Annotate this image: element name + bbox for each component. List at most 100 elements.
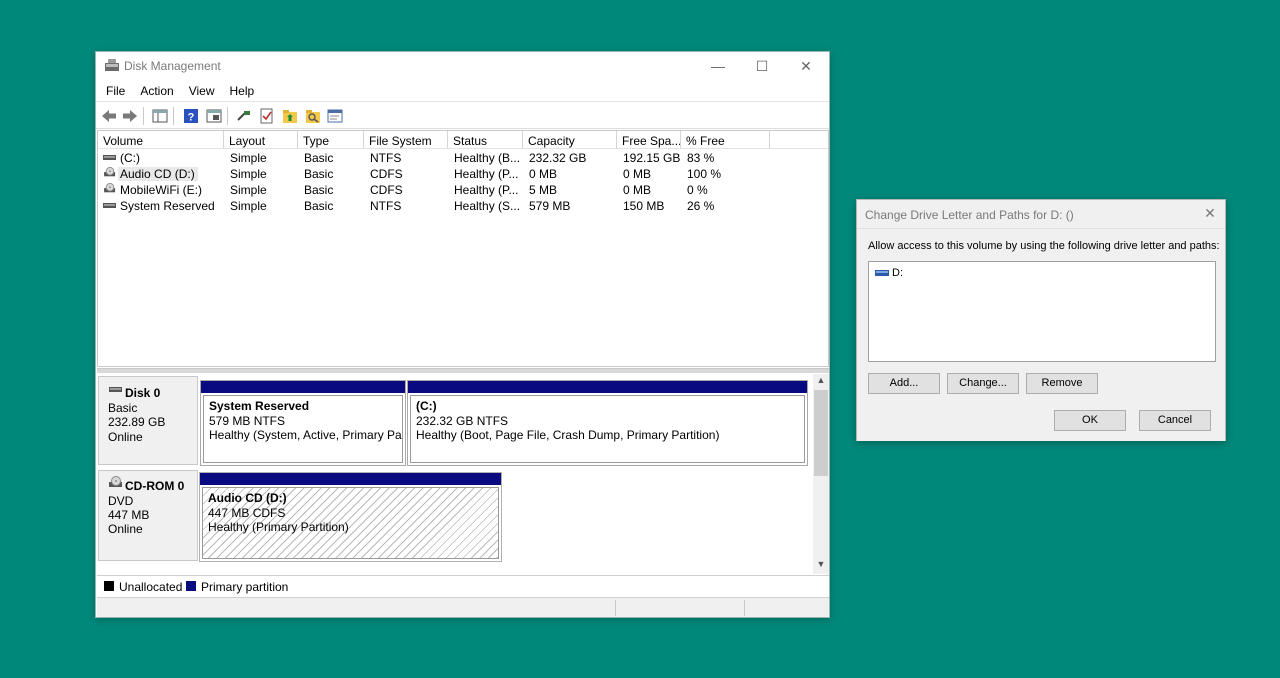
partition-size: 232.32 GB NTFS	[416, 413, 509, 428]
volume-row-c[interactable]: (C:) Simple Basic NTFS Healthy (B... 232…	[98, 150, 828, 166]
volume-capacity: 5 MB	[529, 183, 558, 197]
volume-percent-free: 100 %	[687, 167, 722, 181]
volume-name: (C:)	[120, 151, 140, 165]
volume-layout: Simple	[230, 183, 267, 197]
column-header-file-system[interactable]: File System	[364, 131, 448, 149]
drive-icon	[103, 155, 116, 160]
menu-action[interactable]: Action	[140, 80, 173, 100]
close-icon: ✕	[800, 57, 812, 74]
dialog-title: Change Drive Letter and Paths for D: ()	[865, 208, 1074, 222]
drive-icon	[109, 387, 122, 392]
svg-text:?: ?	[188, 112, 195, 124]
primary-partition-bar	[201, 381, 405, 393]
view-panel-icon[interactable]	[206, 108, 222, 124]
drive-icon	[875, 269, 889, 276]
menu-file[interactable]: File	[106, 80, 125, 100]
partition-c[interactable]: (C:) 232.32 GB NTFS Healthy (Boot, Page …	[407, 380, 808, 466]
volume-name: System Reserved	[120, 199, 215, 213]
volume-row-system-reserved[interactable]: System Reserved Simple Basic NTFS Health…	[98, 198, 828, 214]
status-separator	[744, 600, 745, 616]
column-header-capacity[interactable]: Capacity	[523, 131, 617, 149]
dialog-close-button[interactable]: ✕	[1195, 200, 1225, 228]
forward-arrow-icon[interactable]	[122, 108, 138, 124]
disk-type: DVD	[108, 494, 134, 508]
maximize-button[interactable]: ☐	[740, 52, 784, 80]
title-bar[interactable]: Disk Management — ☐ ✕	[96, 52, 829, 80]
drive-paths-listbox[interactable]: D:	[868, 261, 1216, 362]
partition-body: (C:) 232.32 GB NTFS Healthy (Boot, Page …	[410, 395, 805, 463]
legend-primary-partition: Primary partition	[201, 580, 289, 594]
partition-status: Healthy (Boot, Page File, Crash Dump, Pr…	[416, 428, 720, 442]
volume-file-system: NTFS	[370, 199, 402, 213]
disk-pane-scrollbar[interactable]: ▲ ▼	[813, 374, 829, 574]
partition-audio-cd[interactable]: Audio CD (D:) 447 MB CDFS Healthy (Prima…	[199, 472, 502, 562]
window-title: Disk Management	[124, 59, 221, 73]
volume-layout: Simple	[230, 167, 267, 181]
close-button[interactable]: ✕	[784, 52, 828, 80]
minimize-button[interactable]: —	[696, 52, 740, 80]
pane-splitter[interactable]	[97, 368, 829, 373]
volume-row-d[interactable]: Audio CD (D:) Simple Basic CDFS Healthy …	[98, 166, 828, 182]
volume-status: Healthy (P...	[454, 183, 519, 197]
volume-percent-free: 0 %	[687, 183, 708, 197]
search-folder-icon[interactable]	[305, 108, 321, 124]
menu-help[interactable]: Help	[230, 80, 255, 100]
volume-name: MobileWiFi (E:)	[120, 183, 203, 197]
console-icon[interactable]	[327, 108, 343, 124]
column-header-percent-free[interactable]: % Free	[681, 131, 770, 149]
scroll-up-arrow-icon[interactable]: ▲	[813, 375, 829, 389]
volume-capacity: 232.32 GB	[529, 151, 587, 165]
volume-capacity: 579 MB	[529, 199, 571, 213]
column-header-free-space[interactable]: Free Spa...	[617, 131, 681, 149]
drive-icon	[103, 203, 116, 208]
column-header-type[interactable]: Type	[298, 131, 364, 149]
scroll-thumb[interactable]	[814, 390, 828, 476]
column-header-layout[interactable]: Layout	[224, 131, 298, 149]
add-button[interactable]: Add...	[868, 373, 940, 394]
partition-status: Healthy (System, Active, Primary Part	[209, 428, 402, 442]
remove-button[interactable]: Remove	[1026, 373, 1098, 394]
partition-title: Audio CD (D:)	[208, 491, 287, 505]
partition-size: 579 MB NTFS	[209, 413, 286, 428]
partition-body: Audio CD (D:) 447 MB CDFS Healthy (Prima…	[202, 487, 499, 559]
scroll-down-arrow-icon[interactable]: ▼	[813, 559, 829, 573]
volume-free-space: 150 MB	[623, 199, 665, 213]
cancel-button[interactable]: Cancel	[1139, 410, 1211, 431]
dialog-description: Allow access to this volume by using the…	[868, 240, 1220, 252]
toolbar-separator	[227, 107, 228, 125]
cd-drive-icon	[104, 183, 116, 193]
disk-size: 232.89 GB	[108, 415, 166, 429]
column-header-status[interactable]: Status	[448, 131, 523, 149]
connect-icon[interactable]	[236, 108, 252, 124]
cd-drive-icon	[109, 476, 122, 487]
primary-partition-bar	[408, 381, 807, 393]
disk-0-label[interactable]: Disk 0 Basic 232.89 GB Online	[98, 376, 198, 465]
volume-status: Healthy (S...	[454, 199, 521, 213]
ok-button[interactable]: OK	[1054, 410, 1126, 431]
partition-size: 447 MB CDFS	[208, 505, 286, 520]
cd-drive-icon	[104, 167, 116, 177]
volume-file-system: CDFS	[370, 167, 403, 181]
volume-row-e[interactable]: MobileWiFi (E:) Simple Basic CDFS Health…	[98, 182, 828, 198]
menu-view[interactable]: View	[189, 80, 215, 100]
cdrom-0-label[interactable]: CD-ROM 0 DVD 447 MB Online	[98, 470, 198, 561]
disk-state: Online	[108, 522, 143, 536]
volume-percent-free: 83 %	[687, 151, 715, 165]
partition-system-reserved[interactable]: System Reserved 579 MB NTFS Healthy (Sys…	[200, 380, 406, 466]
back-arrow-icon[interactable]	[101, 108, 117, 124]
menu-bar: File Action View Help	[96, 80, 254, 100]
volume-status: Healthy (B...	[454, 151, 521, 165]
properties-icon[interactable]	[152, 108, 168, 124]
volume-free-space: 0 MB	[623, 183, 652, 197]
change-button[interactable]: Change...	[947, 373, 1019, 394]
help-icon[interactable]: ?	[183, 108, 199, 124]
column-header-volume[interactable]: Volume	[98, 131, 224, 149]
checklist-icon[interactable]	[259, 108, 275, 124]
up-folder-icon[interactable]	[282, 108, 298, 124]
disk-size: 447 MB	[108, 508, 150, 522]
primary-partition-swatch	[186, 581, 196, 591]
volume-status: Healthy (P...	[454, 167, 519, 181]
primary-partition-bar	[200, 473, 501, 485]
toolbar-separator	[143, 107, 144, 125]
drive-path-item[interactable]: D:	[875, 266, 903, 280]
